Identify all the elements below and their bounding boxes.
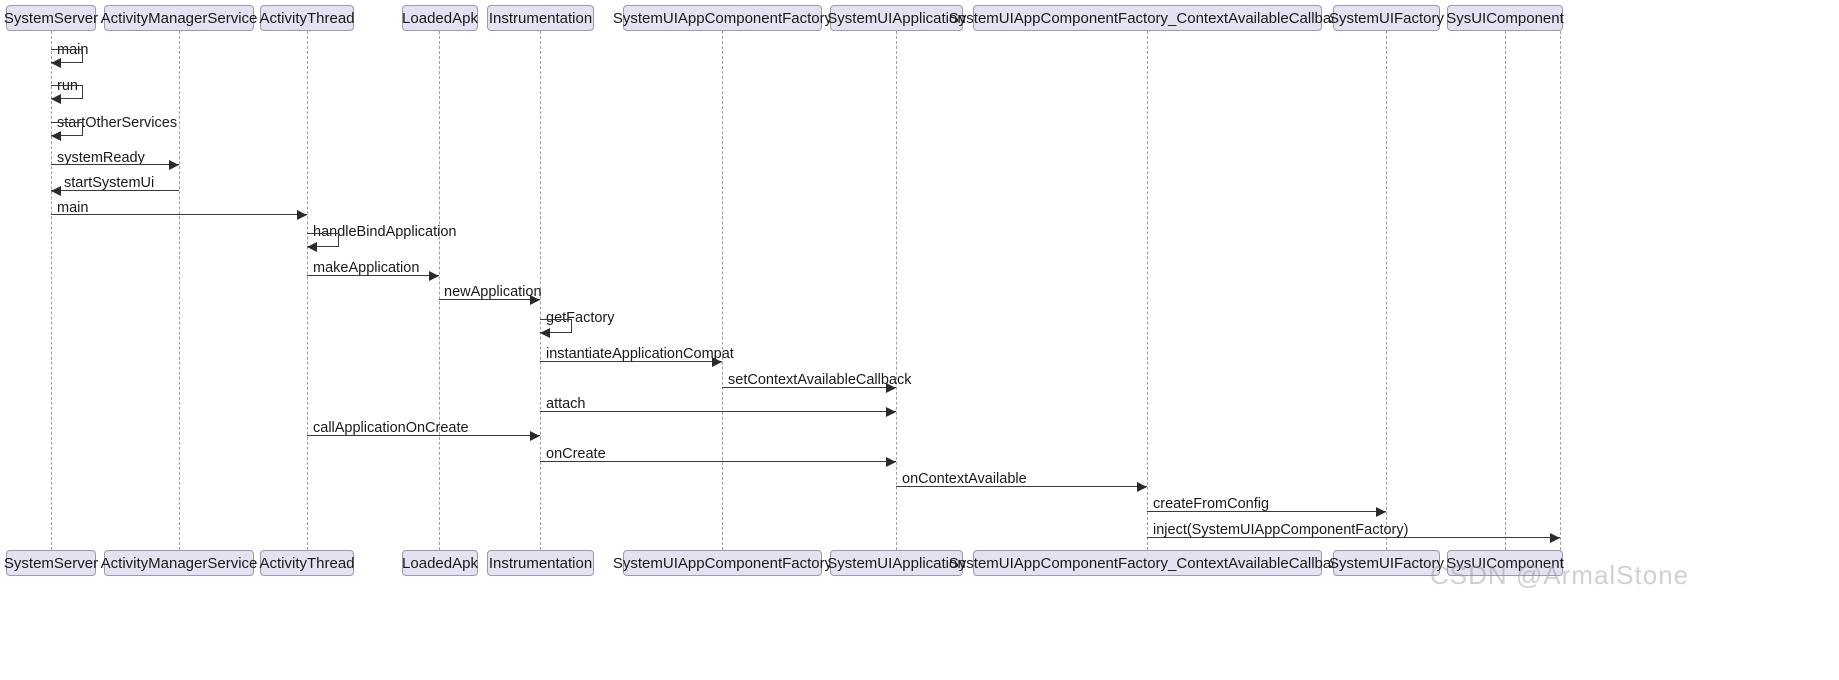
participant-header-activitythread: ActivityThread — [259, 5, 355, 31]
message-label-m12: setContextAvailableCallback — [728, 372, 912, 388]
lifeline-systemserver — [51, 31, 52, 550]
message-line-m4 — [51, 164, 179, 165]
message-line-m9 — [439, 299, 540, 300]
lifeline-rightedge — [1560, 31, 1561, 550]
participant-footer-activitythread: ActivityThread — [259, 550, 355, 576]
lifeline-factory — [722, 31, 723, 550]
arrow-head-m17 — [1376, 507, 1386, 517]
participant-header-ams: ActivityManagerService — [101, 5, 257, 31]
participant-header-callback: SystemUIAppComponentFactory_ContextAvail… — [949, 5, 1346, 31]
participant-header-application: SystemUIApplication — [827, 5, 966, 31]
lifeline-application — [896, 31, 897, 550]
message-label-m16: onContextAvailable — [902, 471, 1027, 487]
arrow-head-m14 — [530, 431, 540, 441]
message-line-m12 — [722, 387, 896, 388]
arrow-head-m15 — [886, 457, 896, 467]
participant-footer-instrumentation: Instrumentation — [487, 550, 594, 576]
lifeline-activitythread — [307, 31, 308, 550]
participant-footer-ams: ActivityManagerService — [101, 550, 257, 576]
arrow-head-m2 — [51, 94, 61, 104]
participant-header-systemserver: SystemServer — [4, 5, 98, 31]
arrow-head-m3 — [51, 131, 61, 141]
message-line-m13 — [540, 411, 896, 412]
participant-footer-application: SystemUIApplication — [827, 550, 966, 576]
arrow-head-m6 — [297, 210, 307, 220]
message-line-m14 — [307, 435, 540, 436]
arrow-head-m16 — [1137, 482, 1147, 492]
participant-footer-callback: SystemUIAppComponentFactory_ContextAvail… — [949, 550, 1346, 576]
message-label-m11: instantiateApplicationCompat — [546, 346, 734, 362]
arrow-head-m7 — [307, 242, 317, 252]
message-line-m8 — [307, 275, 439, 276]
arrow-head-m9 — [530, 295, 540, 305]
message-line-m18 — [1147, 537, 1560, 538]
message-label-m17: createFromConfig — [1153, 496, 1270, 512]
participant-header-uifactory: SystemUIFactory — [1329, 5, 1444, 31]
message-label-m15: onCreate — [546, 446, 606, 462]
message-label-m13: attach — [546, 396, 586, 412]
arrow-head-m1 — [51, 58, 61, 68]
lifeline-uifactory — [1386, 31, 1387, 550]
message-label-m9: newApplication — [444, 284, 542, 300]
message-label-m8: makeApplication — [313, 260, 420, 276]
participant-footer-factory: SystemUIAppComponentFactory — [613, 550, 832, 576]
lifeline-loadedapk — [439, 31, 440, 550]
message-line-m5 — [51, 190, 179, 191]
lifeline-sysuicomponent — [1505, 31, 1506, 550]
sequence-diagram-canvas: main run startOtherServices systemReady star… — [0, 0, 1839, 680]
participant-header-factory: SystemUIAppComponentFactory — [613, 5, 832, 31]
message-line-m15 — [540, 461, 896, 462]
participant-header-loadedapk: LoadedApk — [402, 5, 478, 31]
lifeline-ams — [179, 31, 180, 550]
participant-header-instrumentation: Instrumentation — [487, 5, 594, 31]
arrow-head-m10 — [540, 328, 550, 338]
message-line-m6 — [51, 214, 307, 215]
participant-footer-loadedapk: LoadedApk — [402, 550, 478, 576]
participant-header-sysuicomponent: SysUIComponent — [1446, 5, 1564, 31]
arrow-head-m13 — [886, 407, 896, 417]
message-label-m5: startSystemUi — [64, 175, 155, 191]
arrow-head-m12 — [886, 383, 896, 393]
message-label-m14: callApplicationOnCreate — [313, 420, 469, 436]
participant-footer-systemserver: SystemServer — [4, 550, 98, 576]
arrow-head-m4 — [169, 160, 179, 170]
message-line-m11 — [540, 361, 722, 362]
arrow-head-m8 — [429, 271, 439, 281]
participant-footer-uifactory: SystemUIFactory — [1329, 550, 1444, 576]
message-line-m16 — [896, 486, 1147, 487]
arrow-head-m5 — [51, 186, 61, 196]
watermark: CSDN @ArmalStone — [1430, 560, 1690, 590]
lifeline-callback — [1147, 31, 1148, 550]
arrow-head-m18 — [1550, 533, 1560, 543]
arrow-head-m11 — [712, 357, 722, 367]
message-line-m17 — [1147, 511, 1386, 512]
message-label-m18: inject(SystemUIAppComponentFactory) — [1153, 522, 1409, 538]
